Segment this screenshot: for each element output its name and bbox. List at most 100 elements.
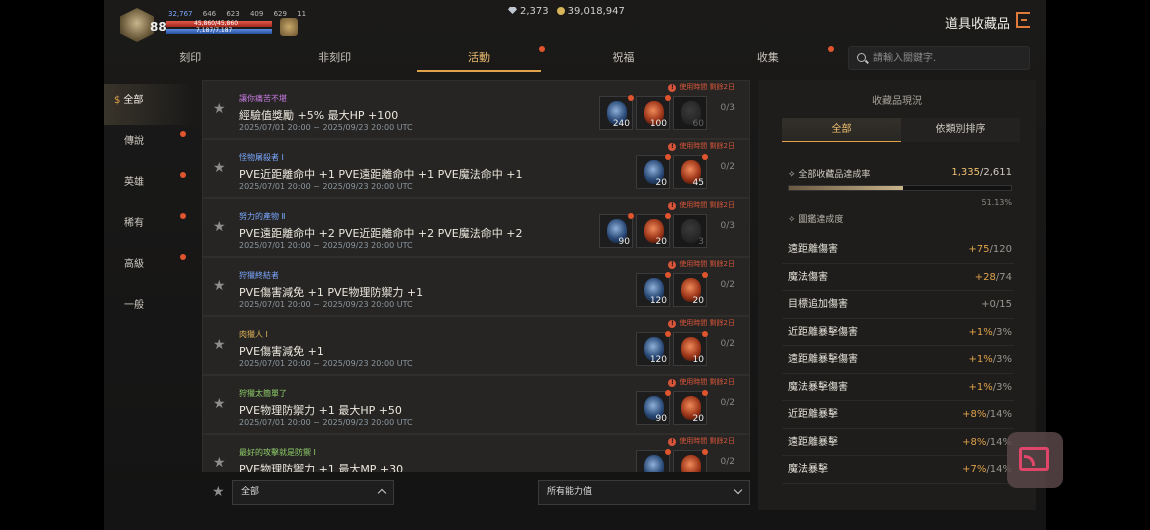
avatar[interactable] (120, 8, 154, 42)
collection-item-slot[interactable]: 60 (673, 96, 707, 130)
grade-dropdown[interactable]: 全部 (232, 480, 394, 505)
collection-item-slot[interactable]: 90 (599, 213, 634, 248)
collection-row[interactable]: ★ 讓你痛苦不堪 經驗值獎勵 +5% 最大HP +100 2025/07/01 … (202, 80, 750, 139)
chevron-up-icon (377, 488, 387, 498)
collection-progress: 0/2 (720, 457, 735, 467)
search-box[interactable] (848, 46, 1030, 70)
item-count: 120 (649, 355, 667, 365)
notification-dot (628, 95, 634, 101)
tab-collection[interactable]: 收集 (696, 46, 840, 72)
stat-row: 遠距離傷害 +75/120 (782, 236, 1014, 264)
stat-name: 魔法暴擊 (788, 464, 828, 475)
panel-tabs: 全部 依類別排序 (782, 118, 1020, 142)
tab-engraved[interactable]: 刻印 (118, 46, 262, 72)
stat-current: +7% (962, 464, 987, 475)
collection-item-slot[interactable]: 20 (636, 154, 671, 189)
collection-item-slot[interactable] (636, 449, 671, 472)
collection-item-slot[interactable]: 10 (673, 331, 708, 366)
stat-b: 623 (226, 10, 240, 18)
collection-item-slot[interactable]: 45 (673, 154, 708, 189)
stat-value: +0/15 (981, 291, 1012, 318)
tab-non-engraved[interactable]: 非刻印 (262, 46, 406, 72)
collection-progress: 0/2 (720, 162, 735, 172)
favorite-star-icon[interactable]: ★ (213, 101, 226, 117)
stat-list: 遠距離傷害 +75/120 魔法傷害 +28/74 目標追加傷害 +0/15 近距離暴… (782, 236, 1014, 484)
alert-icon: ! (668, 320, 677, 328)
collection-window: 88 32,767 646 623 409 629 11 45,860/45,8… (104, 0, 1046, 530)
collection-row[interactable]: ★ 怪物屠殺者 Ⅰ PVE近距離命中 +1 PVE遠距離命中 +1 PVE魔法命… (202, 139, 750, 198)
stat-current: +8% (962, 409, 987, 420)
panel-title: 收藏品現況 (872, 96, 922, 107)
collection-row[interactable]: ★ 狩獵終結者 PVE傷害減免 +1 PVE物理防禦力 +1 2025/07/0… (202, 257, 750, 316)
collection-item-slot[interactable]: 100 (636, 95, 671, 130)
tab-label: 祝福 (612, 51, 635, 64)
panel-tab-by-category[interactable]: 依類別排序 (901, 118, 1020, 142)
stat-name: 近距離暴擊傷害 (788, 326, 858, 338)
collection-name: 狩獵太簡單了 (239, 389, 287, 398)
grade-all[interactable]: $ 全部 (104, 84, 194, 125)
grade-advanced[interactable]: 高級 (104, 248, 194, 289)
collection-row[interactable]: ★ 最好的攻擊就是防禦 Ⅰ PVE物理防禦力 +1 最大MP +30 ! 使用時間… (202, 434, 750, 472)
collection-item-slot[interactable]: 3 (673, 214, 707, 248)
grade-common[interactable]: 一般 (104, 289, 194, 330)
item-count: 3 (698, 237, 704, 247)
favorite-star-icon[interactable]: ★ (213, 337, 226, 353)
collection-item-slot[interactable]: 90 (636, 390, 671, 425)
collection-item-slot[interactable] (673, 449, 708, 472)
search-input[interactable] (873, 50, 1023, 66)
favorite-star-icon[interactable]: ★ (213, 455, 226, 471)
favorite-star-icon[interactable]: ★ (213, 396, 226, 412)
notification-dot (702, 154, 708, 160)
exit-icon[interactable] (1016, 12, 1030, 28)
stat-current: +1% (968, 326, 993, 338)
stat-row: 目標追加傷害 +0/15 (782, 291, 1014, 319)
screen-cast-button[interactable] (1007, 432, 1063, 488)
collection-item-slot[interactable]: 120 (636, 331, 671, 366)
item-count: 20 (692, 296, 704, 306)
category-tabs: 刻印 非刻印 活動 祝福 收集 (118, 46, 840, 72)
collection-effect: PVE物理防禦力 +1 最大HP +50 (239, 404, 402, 417)
stat-value: +8%/14% (962, 429, 1012, 456)
favorite-star-icon[interactable]: ★ (213, 278, 226, 294)
notification-dot (702, 390, 708, 396)
collection-item-slot[interactable]: 240 (599, 95, 634, 130)
grade-legendary[interactable]: 傳說 (104, 125, 194, 166)
stat-dropdown-value: 所有能力值 (547, 487, 593, 497)
gem-count: 2,373 (520, 6, 549, 17)
stat-e: 11 (297, 10, 307, 18)
favorite-star-icon[interactable]: ★ (213, 160, 226, 176)
stat-value: +1%/3% (969, 319, 1012, 346)
collection-item-slot[interactable]: 20 (636, 213, 671, 248)
favorite-star-icon[interactable]: ★ (213, 219, 226, 235)
collection-item-slot[interactable]: 120 (636, 272, 671, 307)
notification-dot (665, 272, 671, 278)
stat-current: +1% (968, 354, 993, 365)
time-remaining: ! 使用時間 剩餘2日 (668, 82, 735, 92)
time-remaining: ! 使用時間 剩餘2日 (668, 141, 735, 151)
collection-name: 狩獵終結者 (239, 271, 279, 280)
stat-dropdown[interactable]: 所有能力值 (538, 480, 750, 505)
collection-row[interactable]: ★ 狩獵太簡單了 PVE物理防禦力 +1 最大HP +50 2025/07/01… (202, 375, 750, 434)
grade-heroic[interactable]: 英雄 (104, 166, 194, 207)
panel-tab-all[interactable]: 全部 (782, 118, 901, 142)
mp-text: 7,187/7,187 (196, 27, 233, 34)
character-stats: 32,767 646 623 409 629 11 (168, 10, 314, 18)
collection-item-slot[interactable]: 20 (673, 390, 708, 425)
collection-item-slot[interactable]: 20 (673, 272, 708, 307)
collection-row[interactable]: ★ 努力的產物 Ⅱ PVE遠距離命中 +2 PVE近距離命中 +2 PVE魔法命… (202, 198, 750, 257)
tab-event[interactable]: 活動 (407, 46, 551, 72)
tab-blessing[interactable]: 祝福 (551, 46, 695, 72)
notification-dot (665, 154, 671, 160)
collection-row[interactable]: ★ 肉獵人 Ⅰ PVE傷害減免 +1 2025/07/01 20:00 ~ 20… (202, 316, 750, 375)
favorite-filter-icon[interactable]: ★ (212, 484, 225, 500)
collection-progress: 0/2 (720, 280, 735, 290)
item-slots: 120 10 (636, 331, 708, 366)
guild-emblem-icon[interactable] (280, 18, 298, 36)
overall-percent: 51.13% (981, 198, 1012, 207)
notification-dot (665, 390, 671, 396)
stat-max: /15 (995, 299, 1012, 310)
collection-progress: 0/2 (720, 339, 735, 349)
overall-label: ✧ 全部收藏品達成率 (788, 170, 871, 180)
page-title: 道具收藏品 (944, 17, 1010, 32)
grade-rare[interactable]: 稀有 (104, 207, 194, 248)
